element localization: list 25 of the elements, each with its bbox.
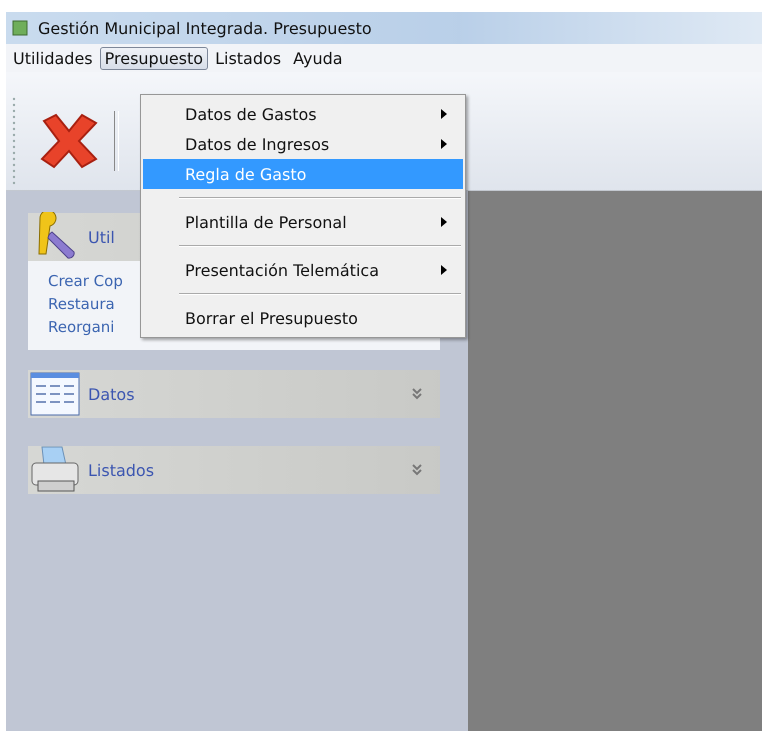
panel-title: Datos xyxy=(88,384,136,404)
menu-bar-item[interactable]: Listados xyxy=(210,46,286,70)
expand-icon[interactable] xyxy=(412,388,422,400)
menu-item[interactable]: Datos de Gastos xyxy=(143,99,463,129)
panel-header[interactable]: Datos xyxy=(28,370,440,418)
submenu-arrow-icon xyxy=(441,265,447,275)
menu-bar-item[interactable]: Ayuda xyxy=(288,46,348,70)
menu-item[interactable]: Presentación Telemática xyxy=(143,255,463,285)
submenu-arrow-icon xyxy=(441,139,447,149)
menu-bar-item[interactable]: Utilidades xyxy=(8,46,98,70)
menu-item[interactable]: Plantilla de Personal xyxy=(143,207,463,237)
menu-item[interactable]: Borrar el Presupuesto xyxy=(143,303,463,333)
panel-header[interactable]: Listados xyxy=(28,446,440,494)
grip-icon xyxy=(12,96,16,186)
panel-title: Util xyxy=(88,228,116,246)
window-title: Gestión Municipal Integrada. Presupuesto xyxy=(38,18,372,38)
close-icon[interactable] xyxy=(38,113,100,169)
submenu-arrow-icon xyxy=(441,217,447,227)
app-icon xyxy=(12,20,28,36)
expand-icon[interactable] xyxy=(412,464,422,476)
panel-title: Listados xyxy=(88,460,156,480)
submenu-arrow-icon xyxy=(441,109,447,119)
menu-bar-item[interactable]: Presupuesto xyxy=(100,46,208,70)
menu-item[interactable]: Datos de Ingresos xyxy=(143,129,463,159)
table-icon xyxy=(30,372,80,416)
